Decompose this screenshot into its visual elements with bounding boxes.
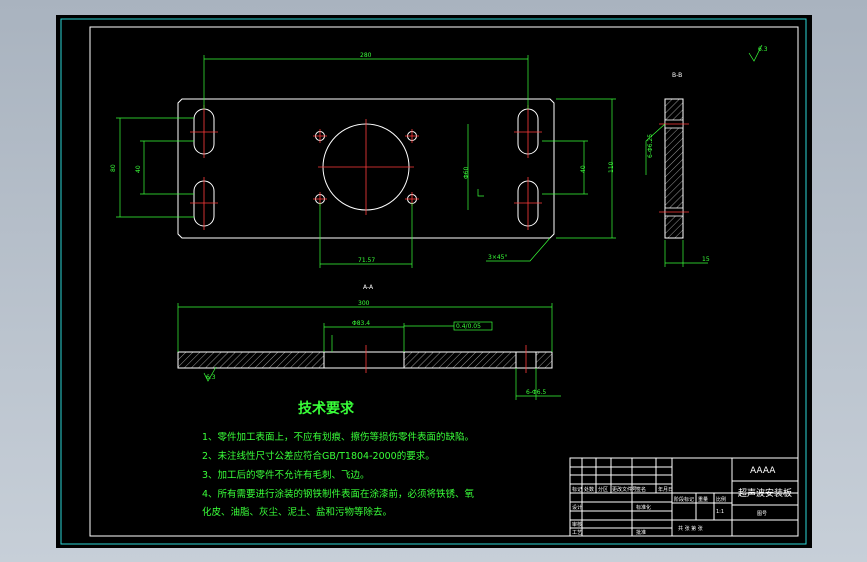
dim-slot-inner-left: 40 [135, 165, 142, 173]
tech-req-item-3: 3、加工后的零件不允许有毛刺、飞边。 [202, 469, 370, 481]
section-view: A-A 300 Φ83.4 0.4/0.05 6-Φ6.5 6.3 [177, 284, 561, 400]
cad-drawing-canvas: 280 80 40 40 110 Φ60 71.57 3×45° B-B 15 … [60, 18, 807, 545]
dim-slot-outer: 80 [110, 164, 117, 172]
cad-drawing-viewport[interactable]: 280 80 40 40 110 Φ60 71.57 3×45° B-B 15 … [56, 15, 812, 548]
tb-part-name: 超声波安装板 [738, 487, 792, 499]
tb-row-design: 设计 [572, 504, 582, 511]
dim-total-height: 110 [608, 161, 615, 173]
dim-side-thickness: 15 [702, 256, 710, 263]
tb-row-mark: 标记 [572, 486, 582, 493]
tb-col-count: 处数 [584, 486, 594, 493]
side-view: B-B 15 6-Φ6.25 6.3 [645, 44, 768, 267]
tb-col-date: 年月日 [658, 486, 673, 493]
section-band-mid [403, 351, 517, 369]
section-view-label: A-A [363, 284, 374, 291]
dim-slot-inner-right: 40 [580, 165, 587, 173]
tb-row-process: 工艺 [572, 530, 582, 536]
dim-chamfer: 3×45° [488, 254, 507, 261]
title-block: AAAA 超声波安装板 图号 1:1 标记 设计 审核 工艺 处数 分区 更改文… [569, 457, 799, 537]
tech-req-item-4: 4、所有需要进行涂装的钢铁制件表面在涂漆前，必须将铁锈、氧 [202, 488, 475, 500]
tech-req-title: 技术要求 [298, 400, 355, 417]
tb-sheets: 共 张 第 张 [678, 525, 703, 532]
tech-req-item-1: 1、零件加工表面上，不应有划痕、擦伤等损伤零件表面的缺陷。 [202, 431, 474, 443]
dim-counterbore: 6-Φ6.5 [526, 389, 546, 396]
roughness-top: 6.3 [758, 46, 768, 53]
side-view-label: B-B [672, 72, 682, 79]
tech-req-item-2: 2、未注线性尺寸公差应符合GB/T1804-2000的要求。 [202, 450, 435, 462]
technical-requirements: 技术要求 1、零件加工表面上，不应有划痕、擦伤等损伤零件表面的缺陷。 2、未注线… [202, 400, 475, 518]
tb-stage: 阶段标记 [674, 496, 694, 503]
dim-section-width: 300 [358, 300, 370, 307]
tb-ratio: 比例 [716, 496, 726, 503]
tb-col-sign: 签名 [636, 486, 646, 493]
dim-hole-spacing: 71.57 [358, 257, 375, 264]
tech-req-item-5: 化皮、油脂、灰尘、泥土、盐和污物等除去。 [202, 506, 392, 518]
section-band-left [177, 351, 325, 369]
dim-section-tol: 0.4/0.05 [456, 323, 481, 330]
front-view: 280 80 40 40 110 Φ60 71.57 3×45° [110, 52, 616, 268]
tb-scale: 1:1 [716, 509, 724, 515]
tb-row-review: 审核 [572, 521, 582, 528]
tb-drawing-no: 图号 [757, 511, 767, 517]
tb-col-zone: 分区 [598, 486, 608, 493]
tb-col-change: 更改文件号 [612, 486, 637, 493]
inner-border [89, 26, 799, 537]
tb-approve: 批准 [636, 529, 646, 536]
dim-hole-dia: Φ60 [463, 166, 470, 179]
tb-company: AAAA [750, 466, 776, 476]
dim-side-holes: 6-Φ6.25 [647, 134, 654, 158]
dim-top-width: 280 [360, 52, 372, 59]
section-band-right [535, 351, 553, 369]
tb-standard: 标准化 [636, 504, 651, 511]
roughness-bottom: 6.3 [206, 374, 216, 381]
outer-frame [60, 18, 807, 545]
tb-weight: 重量 [698, 496, 708, 503]
section-hole-gap [323, 351, 405, 369]
dim-section-detail: Φ83.4 [352, 320, 370, 327]
